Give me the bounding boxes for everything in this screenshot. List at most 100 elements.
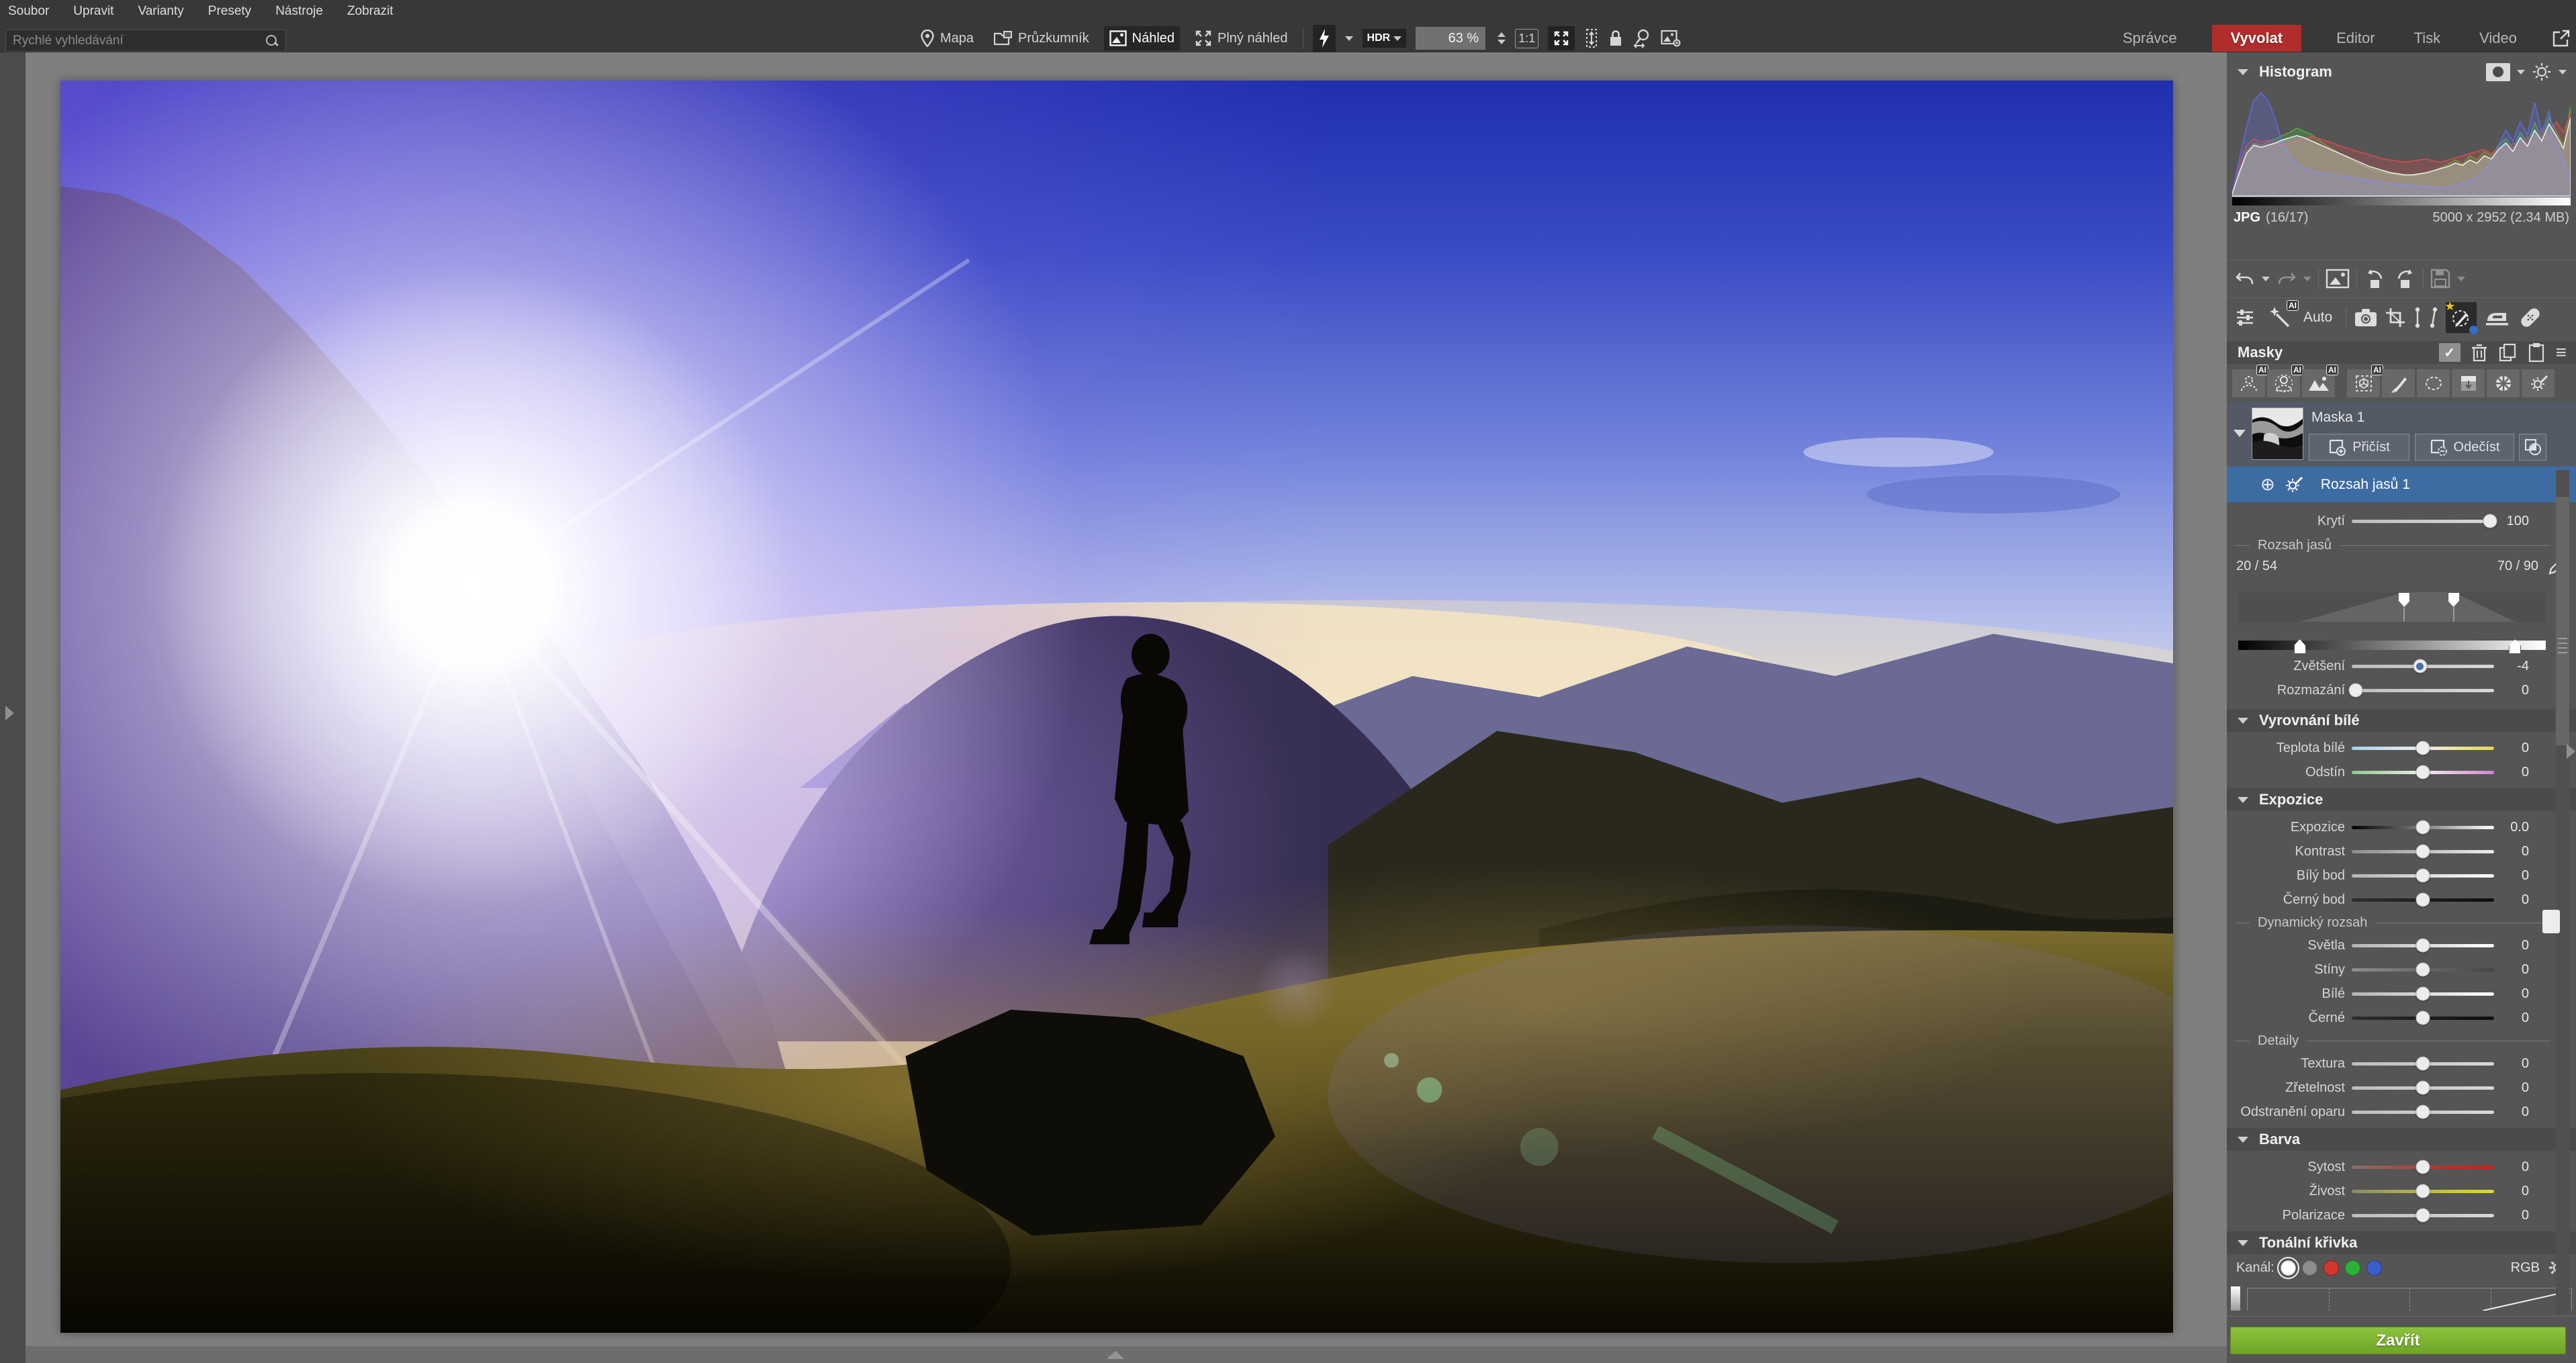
slider-handle[interactable] [2416,820,2430,835]
slider-track[interactable] [2352,747,2494,750]
auto-label[interactable]: Auto [2303,310,2332,326]
external-window-icon[interactable] [2552,29,2571,48]
menu-nástroje[interactable]: Nástroje [275,3,323,20]
map-button[interactable]: Mapa [915,26,979,51]
menu-upravit[interactable]: Upravit [73,3,113,20]
masks-enabled-toggle[interactable]: ✓ [2439,343,2460,362]
slider-track[interactable] [2352,1190,2494,1193]
slider-track[interactable] [2352,968,2494,972]
slider-handle[interactable] [2416,845,2430,859]
redo-button[interactable] [2276,269,2297,289]
section-header[interactable]: Vyrovnání bílé [2227,709,2576,732]
menu-zobrazit[interactable]: Zobrazit [347,3,394,20]
slider-handle[interactable] [2416,939,2430,953]
mask-subtract-button[interactable]: Odečíst [2415,434,2514,461]
collapse-icon[interactable] [2238,1240,2248,1246]
tone-curve-editor[interactable] [2231,1285,2572,1311]
save-options-caret[interactable] [2457,277,2465,281]
luminance-range-widget[interactable] [2238,592,2546,650]
channel-red[interactable] [2324,1260,2339,1276]
delete-mask-icon[interactable] [2471,343,2487,362]
section-header[interactable]: Expozice [2227,788,2576,811]
channel-gray[interactable] [2302,1260,2317,1276]
panel-splitter-grip[interactable] [2558,638,2567,653]
module-tab-tisk[interactable]: Tisk [2410,25,2445,52]
opacity-handle[interactable] [2483,514,2497,528]
zoom-1to1-button[interactable]: 1:1 [1515,29,1538,48]
ai-portrait-mask-button[interactable]: AI [2232,369,2265,397]
undo-button[interactable] [2235,269,2255,289]
overexposure-toggle[interactable] [2486,63,2510,81]
ellipse-mask-button[interactable] [2417,369,2450,397]
paste-mask-icon[interactable] [2528,342,2545,363]
slider-track[interactable] [2352,826,2494,829]
straighten-tool-icon[interactable] [2413,307,2422,328]
module-tab-správce[interactable]: Správce [2119,25,2181,52]
slider-track[interactable] [2352,1086,2494,1090]
slider-handle[interactable] [2416,1209,2430,1223]
collapse-icon[interactable] [2238,797,2248,803]
channel-white[interactable] [2281,1260,2296,1276]
preview-button[interactable]: Náhled [1104,26,1180,50]
mask-list-item[interactable]: Maska 1 Přičíst Odečíst [2227,402,2576,467]
radial-mask-button[interactable] [2487,369,2520,397]
slider-handle[interactable] [2416,1160,2430,1174]
lock-zoom-button[interactable] [1608,29,1623,48]
masks-header[interactable]: Masky ✓ ≡ [2227,341,2576,364]
mask-collapse-arrow[interactable] [2234,430,2246,437]
slider-track[interactable] [2352,1062,2494,1066]
basic-adjustments-icon[interactable] [2235,307,2255,328]
ai-object-selection-button[interactable]: AI [2347,369,2380,397]
masks-menu-icon[interactable]: ≡ [2556,346,2567,359]
luminance-mask-button[interactable] [2522,369,2555,397]
menu-presety[interactable]: Presety [208,3,251,20]
opacity-slider[interactable] [2352,520,2494,523]
preview-settings-button[interactable] [1661,29,1681,48]
collapse-icon[interactable] [2238,1137,2248,1143]
full-preview-button[interactable]: Plný náhled [1189,26,1293,51]
auto-enhance-button[interactable]: AI [2268,306,2291,329]
slider-handle[interactable] [2416,1057,2430,1071]
guided-lines-tool-icon[interactable] [2430,307,2438,328]
overexposure-caret[interactable] [2517,70,2525,75]
deform-iron-tool-icon[interactable] [2485,309,2510,326]
expand-filmstrip-arrow[interactable] [1107,1351,1124,1359]
histogram-settings-icon[interactable] [2532,62,2552,82]
slider-handle[interactable] [2416,869,2430,883]
healing-tool-icon[interactable] [2518,306,2542,330]
panel-scrollbar-thumb[interactable] [2556,497,2569,745]
brush-mask-button[interactable] [2382,369,2415,397]
scrollbar-thumb-bright[interactable] [2542,910,2560,933]
gain-slider[interactable] [2352,665,2494,668]
fit-screen-button[interactable] [1548,26,1575,50]
explorer-button[interactable]: Průzkumník [988,26,1095,50]
collapse-right-panel-arrow[interactable] [2567,744,2575,759]
slider-track[interactable] [2352,1166,2494,1169]
save-button[interactable] [2430,269,2450,289]
histogram-header[interactable]: Histogram [2227,60,2576,83]
compare-zoom-button[interactable] [1632,28,1651,48]
slider-handle[interactable] [2416,987,2430,1001]
menu-soubor[interactable]: Soubor [8,3,49,20]
flash-auto-button[interactable] [1313,25,1336,52]
photo-preview[interactable] [60,81,2173,1333]
ai-sky-mask-button[interactable]: AI [2302,369,2335,397]
module-tab-editor[interactable]: Editor [2332,25,2379,52]
gradient-mask-button[interactable] [2452,369,2485,397]
crop-tool-icon[interactable] [2385,308,2405,328]
channel-green[interactable] [2345,1260,2360,1276]
copy-mask-icon[interactable] [2498,343,2517,362]
mask-adjustment-selected-row[interactable]: ⊕ Rozsah jasů 1 [2227,467,2576,502]
slider-handle[interactable] [2416,893,2430,907]
mask-add-button[interactable]: Přičíst [2309,434,2409,461]
mask-thumbnail[interactable] [2252,408,2303,460]
quick-search[interactable] [5,30,286,52]
blur-slider[interactable] [2352,689,2494,692]
slider-handle[interactable] [2416,1011,2430,1025]
local-adjustments-tool-icon[interactable]: ★ [2446,302,2477,333]
close-develop-button[interactable]: Zavřít [2230,1327,2566,1354]
ai-subject-mask-button[interactable]: AI [2267,369,2300,397]
collapse-icon[interactable] [2238,718,2248,724]
redo-history-caret[interactable] [2303,277,2311,281]
module-tab-video[interactable]: Video [2475,25,2521,52]
